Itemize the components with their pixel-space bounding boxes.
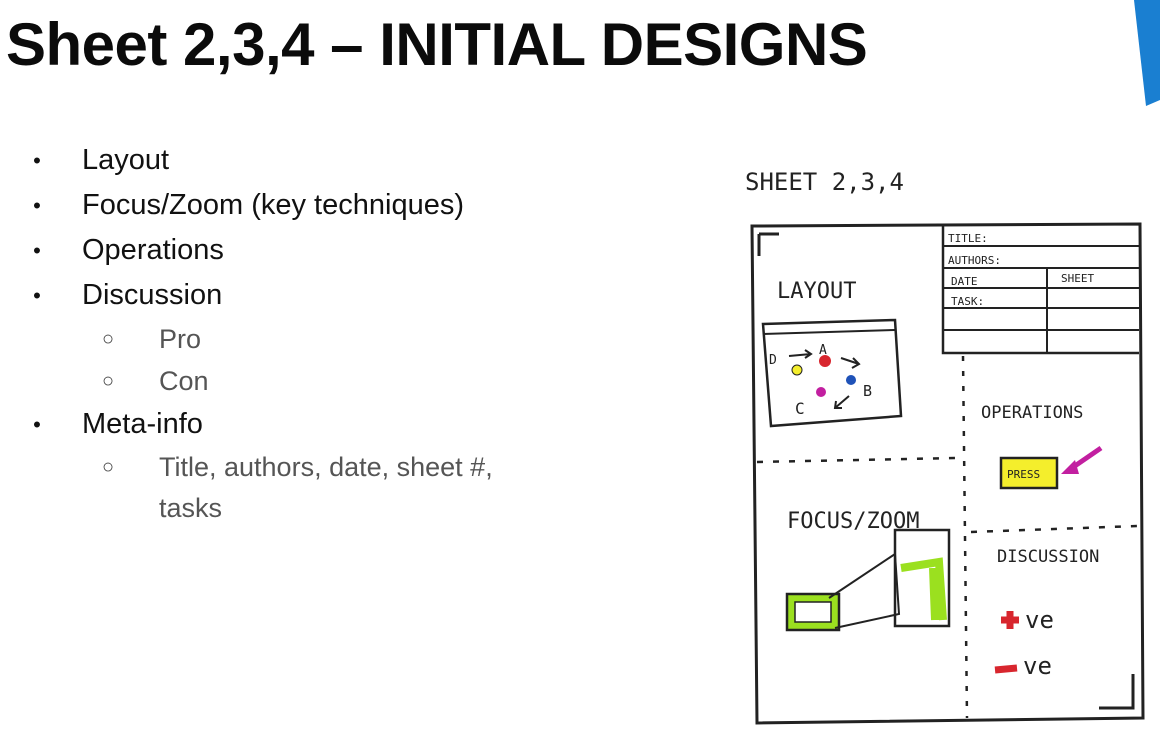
bullet-label: Layout — [82, 144, 170, 176]
bullet-label: Operations — [82, 234, 224, 266]
bullet-dot: • — [33, 193, 41, 218]
node-b-label: B — [863, 382, 872, 400]
layout-label: LAYOUT — [777, 279, 856, 304]
corner-mark — [757, 232, 779, 256]
corner-mark — [1099, 674, 1135, 710]
bullet-dot: • — [33, 148, 41, 173]
sub-bullet-circle: ○ — [102, 370, 115, 392]
discussion-label: DISCUSSION — [997, 547, 1099, 567]
node-d-label: D — [769, 353, 777, 368]
press-button-sketch: PRESS — [999, 445, 1103, 490]
con-label: ve — [1023, 652, 1052, 680]
sub-bullet-meta-details: ○ Title, authors, date, sheet #, tasks — [30, 447, 549, 529]
bullet-list: • Layout • Focus/Zoom (key techniques) •… — [30, 138, 590, 529]
pro-item: ve — [1001, 606, 1054, 634]
bullet-label: Meta-info — [82, 408, 203, 440]
operations-label: OPERATIONS — [981, 403, 1083, 423]
divider-horizontal — [970, 524, 1138, 534]
node-c-dot — [816, 387, 826, 397]
sub-bullet-label: Con — [159, 366, 209, 396]
bullet-dot: • — [33, 412, 41, 437]
node-a-label: A — [819, 343, 827, 358]
meta-sheet-label: SHEET — [1061, 272, 1094, 285]
sub-bullet-con: ○ Con — [30, 360, 590, 402]
sub-bullet-label: Pro — [159, 324, 202, 354]
meta-task-label: TASK: — [951, 295, 984, 308]
meta-authors-label: AUTHORS: — [948, 254, 1001, 267]
sketch-header: SHEET 2,3,4 — [745, 168, 904, 196]
sub-bullet-circle: ○ — [102, 456, 115, 478]
bullet-focus-zoom: • Focus/Zoom (key techniques) — [30, 183, 590, 228]
node-c-label: C — [795, 399, 805, 418]
minus-icon — [994, 664, 1018, 674]
meta-info-table: TITLE: AUTHORS: DATE SHEET TASK: — [941, 226, 1139, 355]
bullet-dot: • — [33, 283, 41, 308]
divider-horizontal — [756, 456, 958, 464]
node-d-dot — [791, 364, 803, 376]
plus-icon — [1001, 611, 1019, 629]
sub-bullet-pro: ○ Pro — [30, 318, 590, 360]
sub-bullet-label: Title, authors, date, sheet #, tasks — [159, 452, 493, 523]
bullet-label: Focus/Zoom (key techniques) — [82, 189, 464, 221]
bullet-meta-info: • Meta-info — [30, 402, 590, 447]
meta-title-label: TITLE: — [948, 232, 988, 245]
slide-title: Sheet 2,3,4 – INITIAL DESIGNS — [6, 11, 868, 78]
sub-bullet-circle: ○ — [102, 328, 115, 350]
bullet-discussion: • Discussion — [30, 273, 590, 318]
layout-window: D A B C — [761, 318, 903, 428]
meta-date-label: DATE — [951, 275, 978, 288]
focus-zoom-sketch — [785, 528, 951, 632]
pro-label: ve — [1025, 606, 1054, 634]
divider-vertical — [961, 355, 969, 719]
con-item: ve — [994, 652, 1052, 680]
hand-drawn-sketch: SHEET 2,3,4 TITLE: AUTHORS: DATE SHEET T… — [745, 168, 1145, 725]
node-b-dot — [846, 375, 856, 385]
bullet-label: Discussion — [82, 279, 223, 311]
bullet-dot: • — [33, 238, 41, 263]
press-label: PRESS — [1007, 468, 1040, 481]
corner-accent-shape — [1134, 0, 1160, 106]
bullet-operations: • Operations — [30, 228, 590, 273]
bullet-layout: • Layout — [30, 138, 590, 183]
